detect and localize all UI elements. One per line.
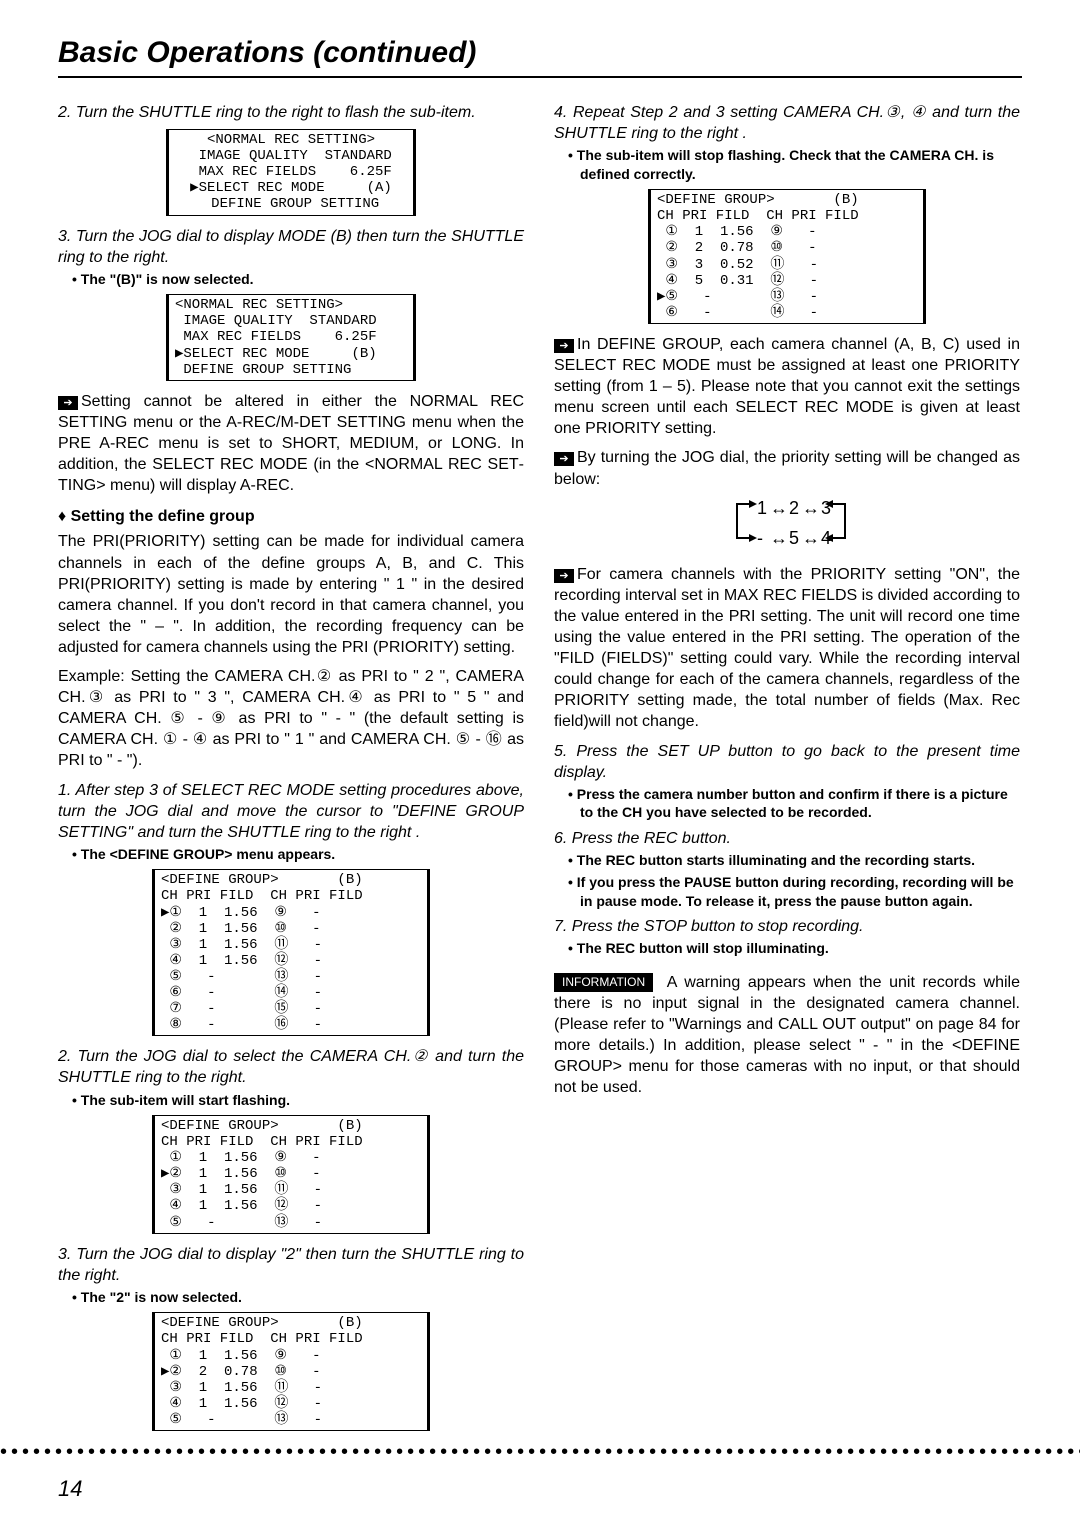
priority-rotation-diagram: 1 2 3 - 5 4 ↔ ↔ ↔ ↔ xyxy=(687,492,887,556)
dg-bullet-3: • The "2" is now selected. xyxy=(84,1288,524,1306)
step-2: 2. Turn the SHUTTLE ring to the right to… xyxy=(58,102,524,123)
step-6-note-b: • If you press the PAUSE button during r… xyxy=(580,873,1020,910)
page-title: Basic Operations (continued) xyxy=(58,36,476,69)
footer-dots: ••••••••••••••••••••••••••••••••••••••••… xyxy=(0,1441,1080,1464)
menu-define-group-4[interactable]: <DEFINE GROUP> (B) CH PRI FILD CH PRI FI… xyxy=(648,189,926,324)
svg-text:↔: ↔ xyxy=(802,498,820,518)
dg-step-3: 3. Turn the JOG dial to display "2" then… xyxy=(58,1244,524,1286)
information-block: INFORMATION A warning appears when the u… xyxy=(554,972,1020,1099)
left-column: 2. Turn the SHUTTLE ring to the right to… xyxy=(58,96,524,1441)
svg-text:5: 5 xyxy=(789,528,799,548)
step-4-note: • The sub-item will stop flashing. Check… xyxy=(580,146,1020,183)
step-6: 6. Press the REC button. xyxy=(554,828,1020,849)
information-badge: INFORMATION xyxy=(554,973,653,993)
step-4: 4. Repeat Step 2 and 3 setting CAMERA CH… xyxy=(554,102,1020,144)
note-4: ➔For camera channels with the PRIORITY s… xyxy=(554,564,1020,733)
define-group-body: The PRI(PRIORITY) setting can be made fo… xyxy=(58,531,524,658)
note-2: ➔In DEFINE GROUP, each camera channel (A… xyxy=(554,334,1020,440)
svg-text:↔: ↔ xyxy=(802,528,820,548)
svg-text:↔: ↔ xyxy=(770,498,788,518)
note-icon: ➔ xyxy=(58,396,78,410)
svg-text:-: - xyxy=(757,528,763,548)
dg-step-2: 2. Turn the JOG dial to select the CAMER… xyxy=(58,1046,524,1088)
heading-define-group: ♦ Setting the define group xyxy=(58,506,524,527)
right-column: 4. Repeat Step 2 and 3 setting CAMERA CH… xyxy=(554,96,1020,1441)
dg-bullet-1: • The <DEFINE GROUP> menu appears. xyxy=(84,845,524,863)
dg-step-1: 1. After step 3 of SELECT REC MODE setti… xyxy=(58,780,524,843)
menu-normal-rec-a[interactable]: <NORMAL REC SETTING> IMAGE QUALITY STAND… xyxy=(166,129,416,215)
menu-normal-rec-b[interactable]: <NORMAL REC SETTING> IMAGE QUALITY STAND… xyxy=(166,294,416,380)
dg-bullet-2: • The sub-item will start flashing. xyxy=(84,1091,524,1109)
page-number: 14 xyxy=(58,1476,82,1502)
step-7-note: • The REC button will stop illuminating. xyxy=(580,939,1020,957)
note-1: ➔Setting cannot be altered in either the… xyxy=(58,391,524,497)
step-3-note: • The "(B)" is now selected. xyxy=(84,270,524,288)
note-icon: ➔ xyxy=(554,339,574,353)
menu-define-group-3[interactable]: <DEFINE GROUP> (B) CH PRI FILD CH PRI FI… xyxy=(152,1312,430,1431)
svg-text:↔: ↔ xyxy=(770,528,788,548)
note-3: ➔By turning the JOG dial, the priority s… xyxy=(554,447,1020,489)
menu-define-group-2[interactable]: <DEFINE GROUP> (B) CH PRI FILD CH PRI FI… xyxy=(152,1115,430,1234)
svg-text:1: 1 xyxy=(757,498,767,518)
step-3: 3. Turn the JOG dial to display MODE (B)… xyxy=(58,226,524,268)
note-icon: ➔ xyxy=(554,569,574,583)
step-5-note: • Press the camera number button and con… xyxy=(580,785,1020,822)
step-6-note-a: • The REC button starts illuminating and… xyxy=(580,851,1020,869)
step-5: 5. Press the SET UP button to go back to… xyxy=(554,741,1020,783)
svg-text:2: 2 xyxy=(789,498,799,518)
define-group-example: Example: Setting the CAMERA CH.② as PRI … xyxy=(58,666,524,772)
menu-define-group-1[interactable]: <DEFINE GROUP> (B) CH PRI FILD CH PRI FI… xyxy=(152,869,430,1036)
step-7: 7. Press the STOP button to stop recordi… xyxy=(554,916,1020,937)
note-icon: ➔ xyxy=(554,452,574,466)
svg-text:3: 3 xyxy=(821,498,831,518)
